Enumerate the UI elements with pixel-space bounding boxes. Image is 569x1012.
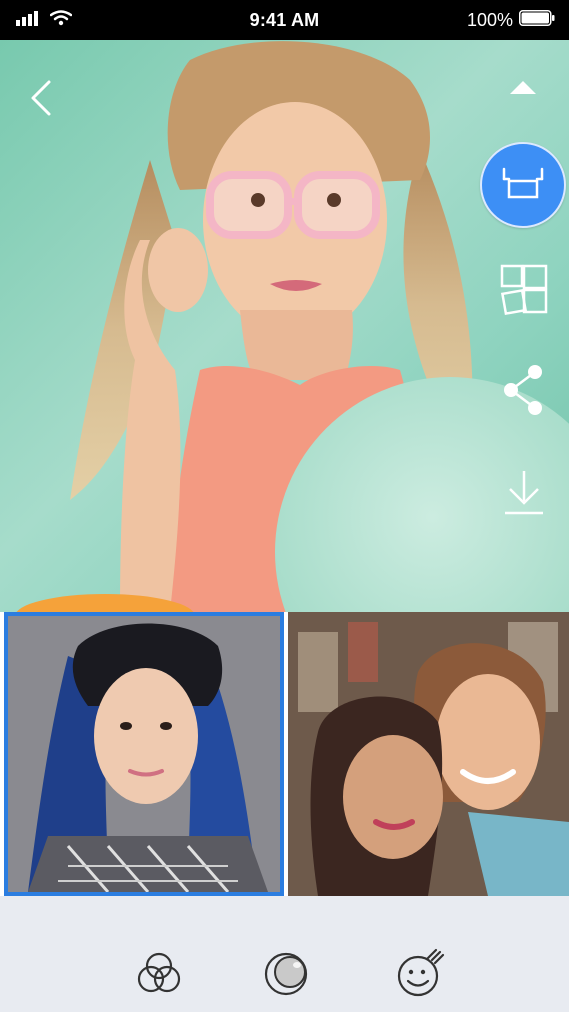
status-right: 100%: [466, 9, 555, 31]
download-button[interactable]: [492, 462, 556, 526]
thumbnail-strip: [0, 612, 569, 896]
print-button[interactable]: [480, 142, 566, 228]
bottom-toolbar: [0, 896, 569, 1012]
collapse-button[interactable]: [500, 74, 546, 104]
thumbnail-1-illustration: [8, 616, 280, 892]
thumbnail-2-illustration: [288, 612, 569, 896]
stickers-button[interactable]: [392, 948, 448, 1004]
adjust-icon: [259, 947, 313, 1006]
photo-editor-screen: 9:41 AM 100%: [0, 0, 569, 1012]
filters-button[interactable]: [131, 948, 187, 1004]
adjust-button[interactable]: [258, 948, 314, 1004]
battery-icon: [519, 9, 555, 31]
caret-up-icon: [508, 78, 538, 101]
tile-button[interactable]: [493, 260, 557, 324]
thumbnail-1-selected[interactable]: [4, 612, 284, 896]
back-button[interactable]: [18, 78, 62, 122]
back-chevron-icon: [25, 78, 55, 123]
main-photo-illustration: [16, 41, 569, 612]
main-photo[interactable]: [0, 40, 569, 612]
status-bar: 9:41 AM 100%: [0, 0, 569, 40]
stickers-icon: [392, 946, 448, 1007]
filters-icon: [133, 948, 185, 1005]
download-icon: [499, 467, 549, 522]
print-icon: [501, 165, 545, 206]
battery-percent: 100%: [466, 9, 513, 30]
share-button[interactable]: [492, 360, 556, 424]
thumbnail-2[interactable]: [288, 612, 569, 896]
share-icon: [499, 360, 549, 425]
tile-layout-icon: [500, 262, 550, 323]
print-button-circle: [480, 142, 566, 228]
